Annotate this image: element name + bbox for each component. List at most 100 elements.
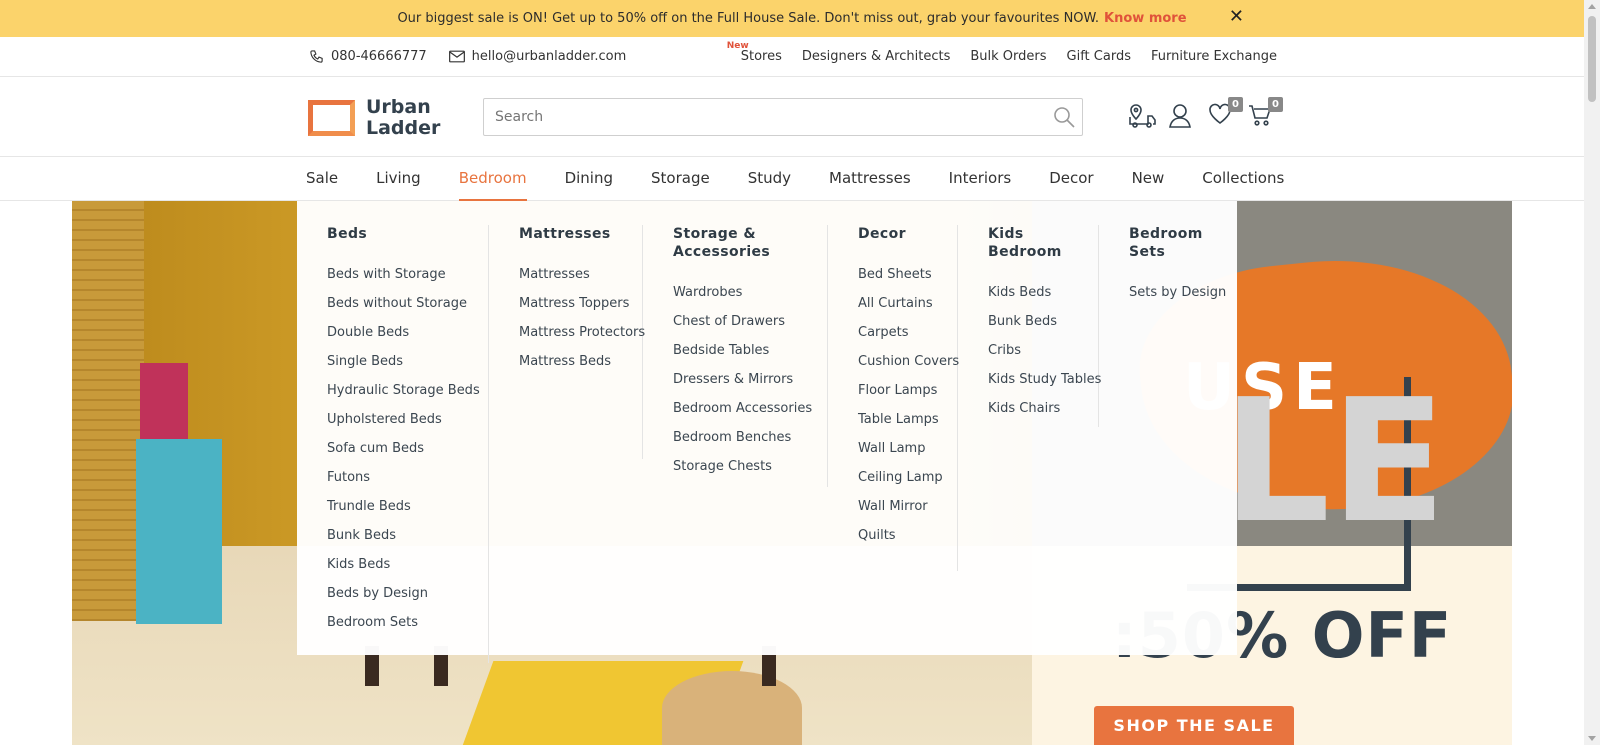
menu-column-title[interactable]: Storage & Accessories [673, 225, 827, 261]
announcement-bar: Our biggest sale is ON! Get up to 50% of… [0, 0, 1584, 37]
menu-link[interactable]: Double Beds [327, 318, 488, 347]
shop-the-sale-button[interactable]: SHOP THE SALE [1094, 706, 1294, 745]
menu-column-decor: Decor Bed Sheets All Curtains Carpets Cu… [828, 225, 959, 571]
nav-storage[interactable]: Storage [651, 157, 710, 201]
menu-link[interactable]: Mattress Beds [519, 347, 642, 376]
bedroom-mega-menu: Beds Beds with Storage Beds without Stor… [297, 201, 1237, 663]
wishlist-count-badge: 0 [1228, 97, 1243, 112]
menu-link[interactable]: Beds by Design [327, 579, 488, 608]
logo-line-1: Urban [366, 96, 431, 118]
nav-decor[interactable]: Decor [1049, 157, 1093, 201]
menu-link[interactable]: Floor Lamps [858, 376, 957, 405]
menu-column-title[interactable]: Kids Bedroom [988, 225, 1098, 261]
menu-column-title[interactable]: Beds [327, 225, 488, 243]
menu-link[interactable]: Beds without Storage [327, 289, 488, 318]
nav-mattresses[interactable]: Mattresses [829, 157, 911, 201]
close-icon[interactable]: ✕ [1229, 8, 1244, 26]
menu-link[interactable]: Single Beds [327, 347, 488, 376]
scroll-down-arrow-icon[interactable] [1588, 736, 1596, 741]
header-icons: 0 0 [1128, 97, 1288, 135]
nav-sale[interactable]: Sale [306, 157, 338, 201]
email-address: hello@urbanladder.com [471, 49, 627, 64]
menu-link[interactable]: Sets by Design [1129, 278, 1237, 307]
menu-link[interactable]: Bedroom Accessories [673, 394, 827, 423]
menu-link[interactable]: Bunk Beds [327, 521, 488, 550]
hero-rolled-rug [662, 671, 802, 745]
top-link-gift-cards[interactable]: Gift Cards [1067, 49, 1131, 64]
scrollbar-thumb[interactable] [1588, 16, 1596, 102]
menu-link[interactable]: Mattresses [519, 260, 642, 289]
phone-contact[interactable]: 080-46666777 [309, 49, 427, 64]
menu-link[interactable]: Sofa cum Beds [327, 434, 488, 463]
menu-link[interactable]: Bedside Tables [673, 336, 827, 365]
menu-link[interactable]: Bedroom Sets [327, 608, 488, 637]
track-order-icon[interactable] [1128, 103, 1168, 135]
logo-line-2: Ladder [366, 117, 441, 139]
search-box [483, 98, 1083, 136]
menu-column-kids-bedroom: Kids Bedroom Kids Beds Bunk Beds Cribs K… [958, 225, 1101, 427]
nav-collections[interactable]: Collections [1202, 157, 1284, 201]
email-contact[interactable]: hello@urbanladder.com [448, 49, 627, 64]
user-icon[interactable] [1168, 103, 1208, 135]
menu-link[interactable]: Upholstered Beds [327, 405, 488, 434]
nav-living[interactable]: Living [376, 157, 421, 201]
cart-count-badge: 0 [1268, 97, 1283, 112]
logo-mark [308, 100, 355, 136]
menu-link[interactable]: Cribs [988, 336, 1098, 365]
menu-link[interactable]: Quilts [858, 521, 957, 550]
menu-link[interactable]: Bunk Beds [988, 307, 1098, 336]
menu-link[interactable]: Futons [327, 463, 488, 492]
menu-link[interactable]: Hydraulic Storage Beds [327, 376, 488, 405]
top-link-stores[interactable]: New Stores [727, 41, 782, 64]
menu-column-bedroom-sets: Bedroom Sets Sets by Design [1099, 225, 1237, 427]
menu-link[interactable]: Dressers & Mirrors [673, 365, 827, 394]
menu-link[interactable]: Storage Chests [673, 452, 827, 481]
mail-icon [448, 50, 465, 63]
menu-column-title[interactable]: Mattresses [519, 225, 642, 243]
menu-link[interactable]: Carpets [858, 318, 957, 347]
announcement-text: Our biggest sale is ON! Get up to 50% of… [397, 11, 1100, 26]
menu-link[interactable]: Cushion Covers [858, 347, 959, 376]
top-link-designers[interactable]: Designers & Architects [802, 49, 950, 64]
top-link-furniture-exchange[interactable]: Furniture Exchange [1151, 49, 1277, 64]
menu-link[interactable]: Table Lamps [858, 405, 957, 434]
menu-link[interactable]: Mattress Protectors [519, 318, 645, 347]
menu-link[interactable]: Trundle Beds [327, 492, 488, 521]
menu-link[interactable]: Beds with Storage [327, 260, 488, 289]
menu-link[interactable]: Kids Beds [327, 550, 488, 579]
nav-bedroom[interactable]: Bedroom [458, 157, 527, 201]
page-scrollbar[interactable] [1584, 0, 1600, 745]
menu-column-title[interactable]: Decor [858, 225, 957, 243]
menu-link[interactable]: Wall Lamp [858, 434, 957, 463]
nav-study[interactable]: Study [748, 157, 791, 201]
phone-icon [310, 50, 323, 63]
menu-column-storage-accessories: Storage & Accessories Wardrobes Chest of… [643, 225, 828, 487]
menu-link[interactable]: Bedroom Benches [673, 423, 827, 452]
hero-letters: LE [1222, 363, 1447, 561]
phone-number: 080-46666777 [331, 49, 427, 64]
search-input[interactable] [484, 99, 1024, 135]
know-more-link[interactable]: Know more [1104, 11, 1187, 26]
menu-link[interactable]: All Curtains [858, 289, 957, 318]
menu-column-title[interactable]: Bedroom Sets [1129, 225, 1237, 261]
scroll-up-arrow-icon[interactable] [1588, 4, 1596, 9]
menu-link[interactable]: Kids Chairs [988, 394, 1098, 423]
menu-link[interactable]: Wall Mirror [858, 492, 957, 521]
menu-link[interactable]: Wardrobes [673, 278, 827, 307]
top-link-bulk-orders[interactable]: Bulk Orders [970, 49, 1046, 64]
cart-icon[interactable]: 0 [1248, 97, 1288, 135]
nav-dining[interactable]: Dining [565, 157, 613, 201]
menu-link[interactable]: Bed Sheets [858, 260, 957, 289]
new-tag: New [726, 41, 749, 51]
menu-link[interactable]: Chest of Drawers [673, 307, 827, 336]
logo[interactable]: Urban Ladder [308, 97, 440, 139]
menu-link[interactable]: Mattress Toppers [519, 289, 642, 318]
menu-link[interactable]: Kids Study Tables [988, 365, 1101, 394]
site-header: Urban Ladder 0 0 [0, 77, 1584, 157]
menu-link[interactable]: Ceiling Lamp [858, 463, 957, 492]
nav-interiors[interactable]: Interiors [949, 157, 1012, 201]
heart-icon[interactable]: 0 [1208, 97, 1248, 135]
menu-link[interactable]: Kids Beds [988, 278, 1098, 307]
search-icon[interactable] [1052, 105, 1076, 133]
nav-new[interactable]: New [1132, 157, 1165, 201]
